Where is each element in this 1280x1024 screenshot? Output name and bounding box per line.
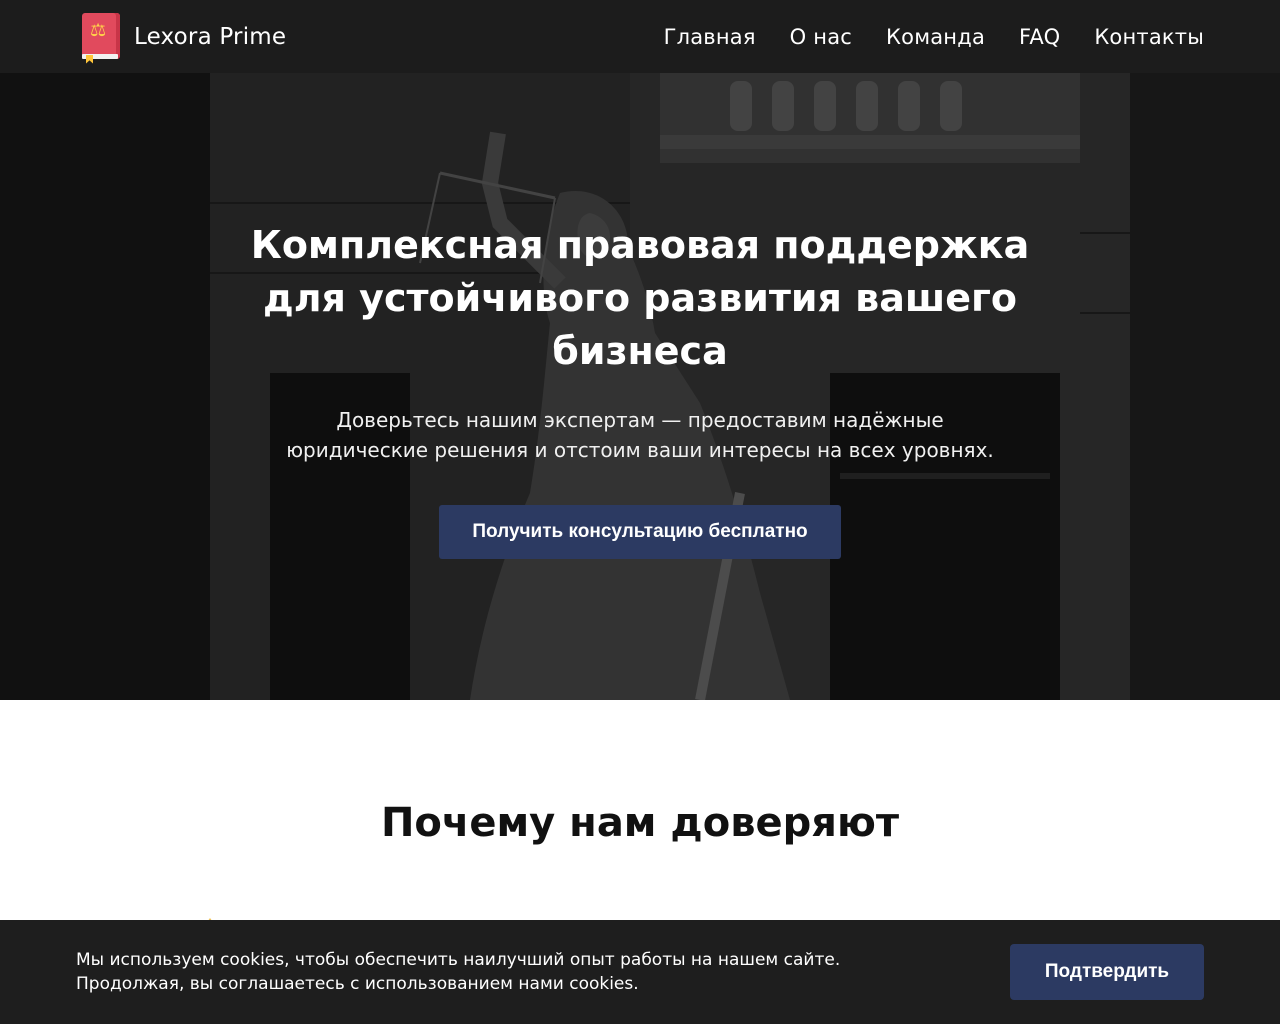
- brand-name[interactable]: Lexora Prime: [134, 24, 286, 50]
- nav-item-contacts[interactable]: Контакты: [1094, 25, 1204, 49]
- law-book-icon: ⚖: [80, 12, 122, 64]
- hero-content: Комплексная правовая поддержка для устой…: [0, 219, 1280, 559]
- free-consultation-button[interactable]: Получить консультацию бесплатно: [439, 505, 841, 559]
- cookie-banner: Мы используем cookies, чтобы обеспечить …: [0, 920, 1280, 1024]
- nav-item-team[interactable]: Команда: [886, 25, 985, 49]
- site-header: ⚖ Lexora Prime Главная О нас Команда FAQ…: [0, 0, 1280, 73]
- cookie-text: Мы используем cookies, чтобы обеспечить …: [76, 950, 841, 994]
- brand[interactable]: ⚖ Lexora Prime: [80, 12, 286, 64]
- hero-title: Комплексная правовая поддержка для устой…: [250, 223, 1030, 373]
- why-us-title: Почему нам доверяют: [380, 800, 900, 846]
- cookie-accept-button[interactable]: Подтвердить: [1010, 944, 1204, 1000]
- nav-item-faq[interactable]: FAQ: [1019, 25, 1060, 49]
- hero-section: Комплексная правовая поддержка для устой…: [0, 73, 1280, 700]
- hero-subtitle: Доверьтесь нашим экспертам — предоставим…: [286, 408, 994, 462]
- nav-item-about[interactable]: О нас: [790, 25, 852, 49]
- main-nav: Главная О нас Команда FAQ Контакты: [664, 25, 1204, 49]
- nav-item-home[interactable]: Главная: [664, 25, 756, 49]
